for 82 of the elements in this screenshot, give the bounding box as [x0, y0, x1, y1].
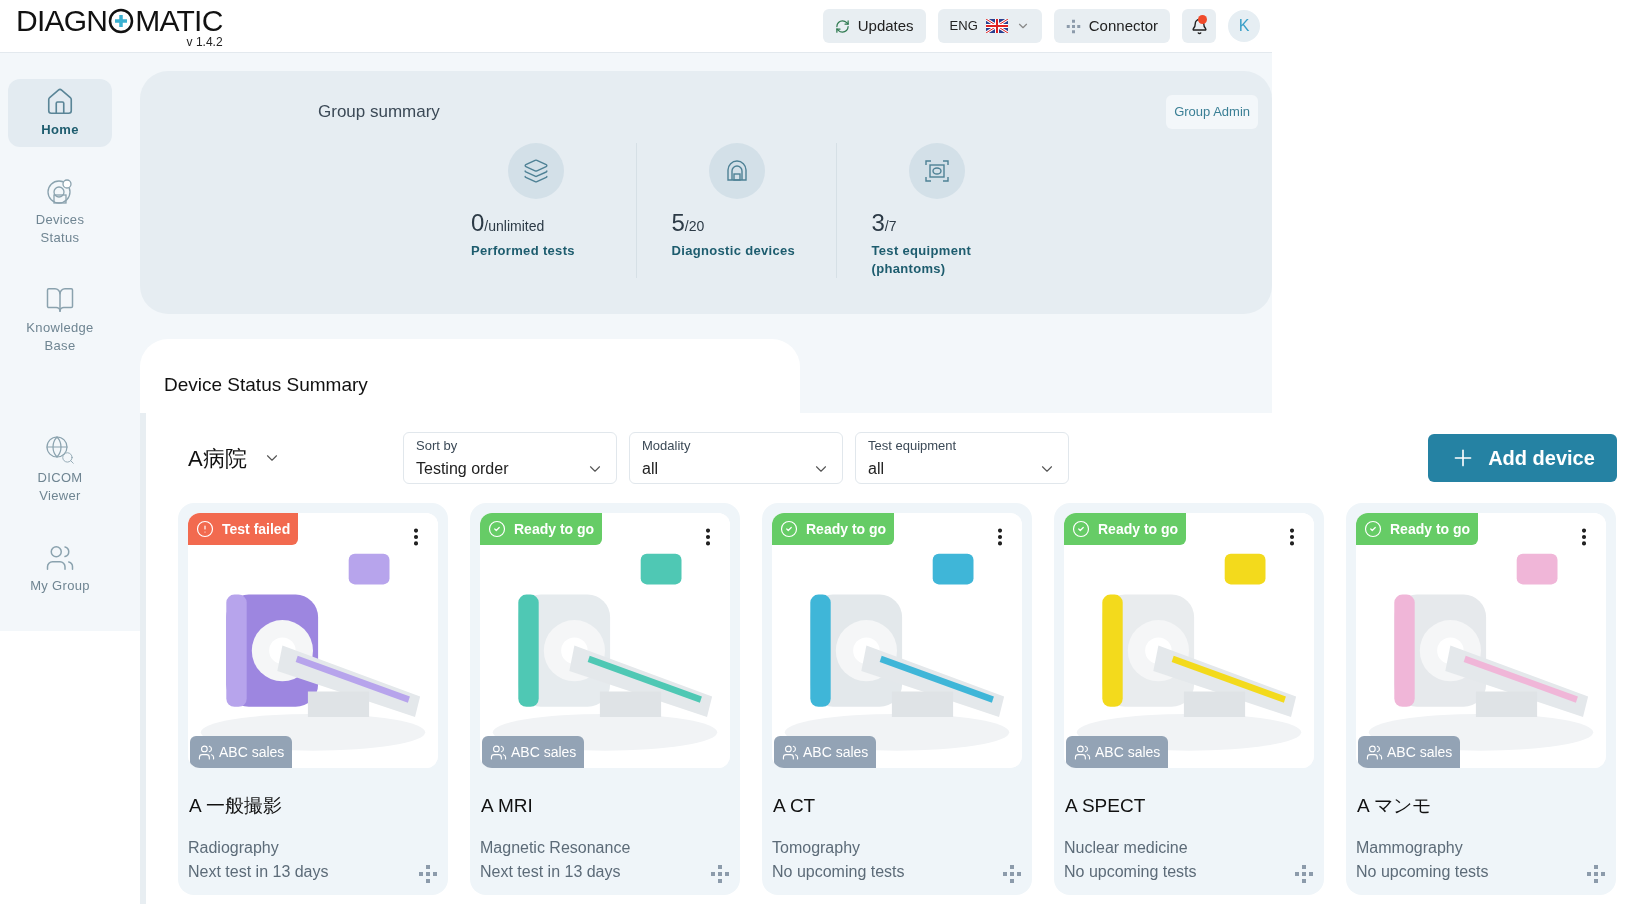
logo[interactable]: DIAGN MATIC	[16, 4, 223, 37]
grid-plus-icon[interactable]	[710, 864, 730, 884]
next-test-text: No upcoming tests	[772, 862, 905, 882]
device-name: A SPECT	[1064, 794, 1147, 818]
group-tag: ABC sales	[190, 736, 293, 768]
users-icon	[782, 743, 799, 761]
stat-value: 0/unlimited	[471, 210, 546, 238]
filter-dropdown[interactable]: Modality all	[629, 432, 843, 484]
next-test-text: No upcoming tests	[1356, 862, 1489, 882]
status-label: Test failed	[222, 519, 291, 539]
stat-value: 3/7	[871, 210, 898, 238]
layers-icon	[523, 157, 549, 184]
grid-plus-icon[interactable]	[1294, 864, 1314, 884]
sidebar-item[interactable]: Home	[8, 79, 112, 147]
device-name: A 一般撮影	[188, 794, 283, 818]
users-icon	[1074, 743, 1091, 761]
device-card[interactable]: Ready to go ABC sales A SPECT Nuclear medicine No upcoming tests	[1054, 503, 1324, 895]
check-icon	[1364, 520, 1382, 538]
add-device-button[interactable]: Add device	[1428, 434, 1617, 482]
sidebar-item[interactable]: My Group	[8, 535, 112, 603]
check-icon	[488, 520, 506, 538]
device-card[interactable]: Ready to go ABC sales A マンモ Mammography No upcoming tests	[1346, 503, 1616, 895]
users-icon	[198, 743, 215, 761]
check-icon	[1072, 520, 1090, 538]
scanner-icon	[45, 177, 75, 207]
modality-text: Radiography	[188, 838, 280, 858]
refresh-icon	[834, 18, 850, 34]
next-test-text: Next test in 13 days	[480, 862, 622, 882]
device-card[interactable]: Ready to go ABC sales A MRI Magnetic Resonance Next test in 13 days	[470, 503, 740, 895]
group-admin-button[interactable]: Group Admin	[1166, 95, 1258, 129]
users-icon	[45, 543, 75, 573]
bell-icon	[1190, 17, 1208, 35]
stat-label: Test equipment (phantoms)	[871, 241, 973, 278]
group-tag: ABC sales	[1066, 736, 1169, 768]
sidebar-item[interactable]: Devices Status	[8, 169, 112, 255]
group-tag: ABC sales	[482, 736, 585, 768]
updates-button[interactable]: Updates	[822, 9, 926, 43]
sidebar-item[interactable]: Knowledge Base	[8, 277, 112, 363]
modality-text: Tomography	[772, 838, 862, 858]
connector-button[interactable]: Connector	[1053, 9, 1170, 43]
status-label: Ready to go	[806, 519, 887, 539]
grid-plus-icon[interactable]	[418, 864, 438, 884]
device-card[interactable]: Test failed ABC sales A 一般撮影 Radiography Next test in 13 days	[178, 503, 448, 895]
book-icon	[45, 285, 75, 315]
alert-icon	[196, 520, 214, 538]
modality-text: Mammography	[1356, 838, 1464, 858]
phantom-scan-icon	[923, 157, 950, 184]
plus-circle-icon	[108, 7, 135, 34]
notifications-button[interactable]	[1182, 9, 1216, 43]
globe-search-icon	[45, 435, 75, 465]
status-label: Ready to go	[1390, 519, 1471, 539]
device-name: A MRI	[480, 794, 534, 818]
grid-plus-icon[interactable]	[1586, 864, 1606, 884]
grid-plus-icon[interactable]	[1002, 864, 1022, 884]
modality-text: Magnetic Resonance	[480, 838, 631, 858]
grid-plus-icon	[1065, 18, 1081, 34]
users-icon	[490, 743, 507, 761]
check-icon	[780, 520, 798, 538]
group-tag: ABC sales	[1358, 736, 1461, 768]
panel-title: Group summary	[318, 101, 441, 123]
filter-dropdown[interactable]: Sort by Testing order	[403, 432, 617, 484]
modality-text: Nuclear medicine	[1064, 838, 1189, 858]
next-test-text: Next test in 13 days	[188, 862, 329, 882]
users-icon	[1366, 743, 1383, 761]
device-name: A マンモ	[1356, 794, 1432, 818]
stat-label: Performed tests	[471, 241, 576, 260]
section-title: Device Status Summary	[164, 374, 368, 395]
group-tag: ABC sales	[774, 736, 877, 768]
status-label: Ready to go	[514, 519, 595, 539]
status-label: Ready to go	[1098, 519, 1179, 539]
stat-value: 5/20	[671, 210, 706, 238]
version-text: v 1.4.2	[186, 35, 223, 48]
device-name: A CT	[772, 794, 817, 818]
filter-dropdown[interactable]: Test equipment all	[855, 432, 1069, 484]
stat-label: Diagnostic devices	[671, 241, 797, 260]
hospital-select[interactable]: A病院	[188, 441, 403, 475]
next-test-text: No upcoming tests	[1064, 862, 1197, 882]
language-select[interactable]: ENG	[937, 9, 1042, 43]
device-card[interactable]: Ready to go ABC sales A CT Tomography No upcoming tests	[762, 503, 1032, 895]
flag-icon	[985, 19, 1008, 33]
sidebar-item[interactable]: DICOM Viewer	[8, 427, 112, 513]
home-icon	[45, 87, 75, 117]
